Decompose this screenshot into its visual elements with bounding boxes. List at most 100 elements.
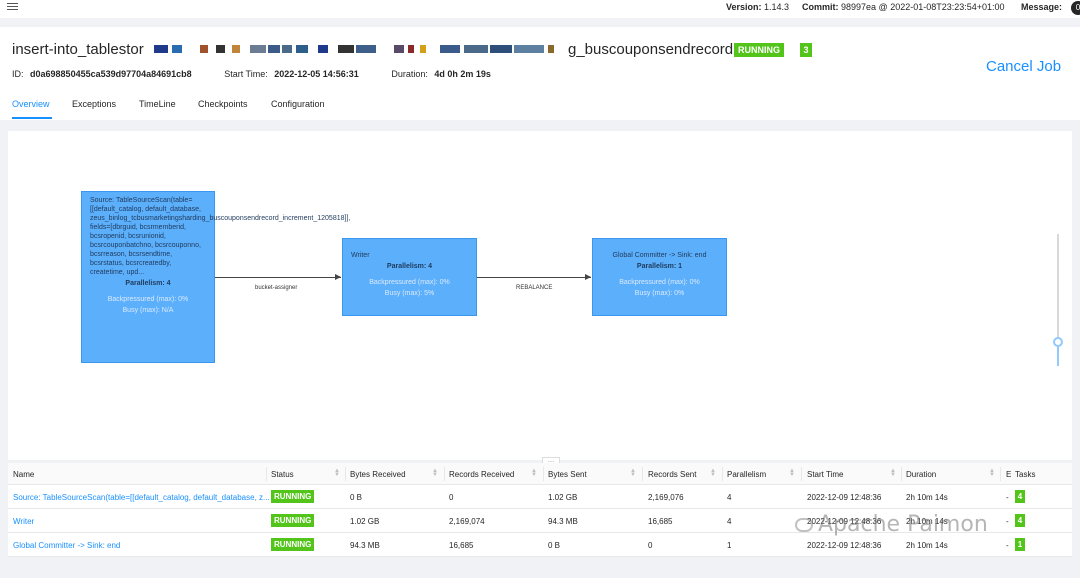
vertex-table: Name Status ▲ ▼ Bytes Received ▲ ▼ Records… xyxy=(8,463,1072,557)
duration-label: Duration: xyxy=(391,69,428,79)
tasks-badge: 4 xyxy=(1015,514,1025,527)
tab-timeline[interactable]: TimeLine xyxy=(139,99,176,109)
active-tab-indicator xyxy=(12,117,52,119)
col-header-records-sent[interactable]: Records Sent xyxy=(648,470,696,479)
col-header-parallelism[interactable]: Parallelism xyxy=(727,470,766,479)
table-row[interactable]: Source: TableSourceScan(table=[[default_… xyxy=(8,485,1072,509)
arrow-icon xyxy=(335,274,341,280)
zoom-slider-handle[interactable] xyxy=(1053,337,1063,347)
column-divider xyxy=(901,467,902,481)
records-sent: 2,169,076 xyxy=(648,493,684,502)
duration-value: 4d 0h 2m 19s xyxy=(434,69,491,79)
col-header-records-received[interactable]: Records Received xyxy=(449,470,514,479)
graph-node-committer[interactable]: Global Committer -> Sink: end Parallelis… xyxy=(592,238,727,316)
col-header-tasks[interactable]: Tasks xyxy=(1015,470,1035,479)
edge-label-bucket-assigner: bucket-assigner xyxy=(255,285,298,291)
bytes-sent: 94.3 MB xyxy=(548,517,578,526)
sort-icon[interactable]: ▲ ▼ xyxy=(710,468,716,478)
tab-exceptions[interactable]: Exceptions xyxy=(72,99,116,109)
sort-icon[interactable]: ▲ ▼ xyxy=(531,468,537,478)
end-time: - xyxy=(1006,541,1009,550)
vertex-name-link[interactable]: Global Committer -> Sink: end xyxy=(13,541,120,550)
bytes-sent: 0 B xyxy=(548,541,561,550)
sort-icon[interactable]: ▲ ▼ xyxy=(789,468,795,478)
node-busy: Busy (max): 5% xyxy=(384,290,435,297)
vertex-name-link[interactable]: Writer xyxy=(13,517,34,526)
node-parallelism: Parallelism: 4 xyxy=(386,263,433,270)
wechat-icon xyxy=(795,518,813,532)
node-title: Global Committer -> Sink: end xyxy=(612,252,707,259)
version-value: 1.14.3 xyxy=(764,2,790,12)
tab-configuration[interactable]: Configuration xyxy=(271,99,325,109)
version-info: Version: 1.14.3 xyxy=(726,2,789,12)
records-received: 16,685 xyxy=(449,541,474,550)
bytes-sent: 1.02 GB xyxy=(548,493,578,502)
sort-icon[interactable]: ▲ ▼ xyxy=(432,468,438,478)
job-name: insert-into_tablestor xyxy=(12,41,144,58)
column-divider xyxy=(266,467,267,481)
column-divider xyxy=(543,467,544,481)
bottom-bar xyxy=(0,560,1080,578)
message-label: Message: xyxy=(1021,2,1063,12)
col-header-end[interactable]: E xyxy=(1006,470,1011,479)
start-time-value: 2022-12-05 14:56:31 xyxy=(274,69,359,79)
message-count-badge[interactable]: 0 xyxy=(1071,1,1080,15)
parallelism: 4 xyxy=(727,493,732,502)
column-divider xyxy=(1000,467,1001,481)
node-parallelism: Parallelism: 1 xyxy=(636,263,683,270)
menu-icon[interactable] xyxy=(7,1,19,13)
end-time: - xyxy=(1006,517,1009,526)
node-busy: Busy (max): 0% xyxy=(634,290,685,297)
cancel-job-button[interactable]: Cancel Job xyxy=(986,58,1061,75)
table-header: Name Status ▲ ▼ Bytes Received ▲ ▼ Records… xyxy=(8,463,1072,485)
duration: 2h 10m 14s xyxy=(906,541,948,550)
col-header-start-time[interactable]: Start Time xyxy=(807,470,843,479)
graph-edge-2 xyxy=(477,277,591,278)
bytes-received: 94.3 MB xyxy=(350,541,380,550)
records-received: 0 xyxy=(449,493,454,502)
column-divider xyxy=(444,467,445,481)
tab-checkpoints[interactable]: Checkpoints xyxy=(198,99,248,109)
job-header: insert-into_tablestor g_buscouponsendrec… xyxy=(0,27,1080,120)
sort-icon[interactable]: ▲ ▼ xyxy=(334,468,340,478)
sort-icon[interactable]: ▲ ▼ xyxy=(630,468,636,478)
job-graph[interactable]: Source: TableSourceScan(table=[[default_… xyxy=(8,131,1072,460)
job-status-badge: RUNNING xyxy=(734,43,784,57)
records-received: 2,169,074 xyxy=(449,517,485,526)
job-name-suffix: g_buscouponsendrecord2 xyxy=(568,41,742,58)
sort-icon[interactable]: ▲ ▼ xyxy=(989,468,995,478)
graph-edge-1 xyxy=(215,277,341,278)
vertex-name-link[interactable]: Source: TableSourceScan(table=[[default_… xyxy=(13,493,270,502)
node-backpressure: Backpressured (max): 0% xyxy=(369,279,450,286)
status-badge: RUNNING xyxy=(271,490,315,503)
node-title: Writer xyxy=(351,252,370,259)
version-label: Version: xyxy=(726,2,762,12)
edge-label-rebalance: REBALANCE xyxy=(516,285,553,291)
commit-value: 98997ea @ 2022-01-08T23:23:54+01:00 xyxy=(841,2,1005,12)
arrow-icon xyxy=(585,274,591,280)
graph-node-source[interactable]: Source: TableSourceScan(table=[[default_… xyxy=(81,191,350,363)
col-header-duration[interactable]: Duration xyxy=(906,470,936,479)
tasks-badge: 4 xyxy=(1015,490,1025,503)
tab-overview[interactable]: Overview xyxy=(12,99,50,109)
column-divider xyxy=(345,467,346,481)
tasks-badge: 1 xyxy=(1015,538,1025,551)
message-info: Message: xyxy=(1021,2,1062,12)
records-sent: 0 xyxy=(648,541,653,550)
bytes-received: 0 B xyxy=(350,493,363,502)
col-header-bytes-received[interactable]: Bytes Received xyxy=(350,470,406,479)
col-header-bytes-sent[interactable]: Bytes Sent xyxy=(548,470,587,479)
status-badge: RUNNING xyxy=(271,538,315,551)
col-header-name[interactable]: Name xyxy=(13,470,34,479)
job-id-label: ID: xyxy=(12,69,24,79)
sort-icon[interactable]: ▲ ▼ xyxy=(890,468,896,478)
commit-label: Commit: xyxy=(802,2,839,12)
watermark: Apache Paimon xyxy=(818,512,988,537)
col-header-status[interactable]: Status xyxy=(271,470,294,479)
graph-node-writer[interactable]: Writer Parallelism: 4 Backpressured (max… xyxy=(342,238,477,316)
start-time: 2022-12-09 12:48:36 xyxy=(807,493,882,502)
job-id: d0a698850455ca539d97704a84691cb8 xyxy=(30,69,192,79)
top-header: Version: 1.14.3 Commit: 98997ea @ 2022-0… xyxy=(0,0,1080,18)
duration: 2h 10m 14s xyxy=(906,493,948,502)
start-time-label: Start Time: xyxy=(224,69,268,79)
